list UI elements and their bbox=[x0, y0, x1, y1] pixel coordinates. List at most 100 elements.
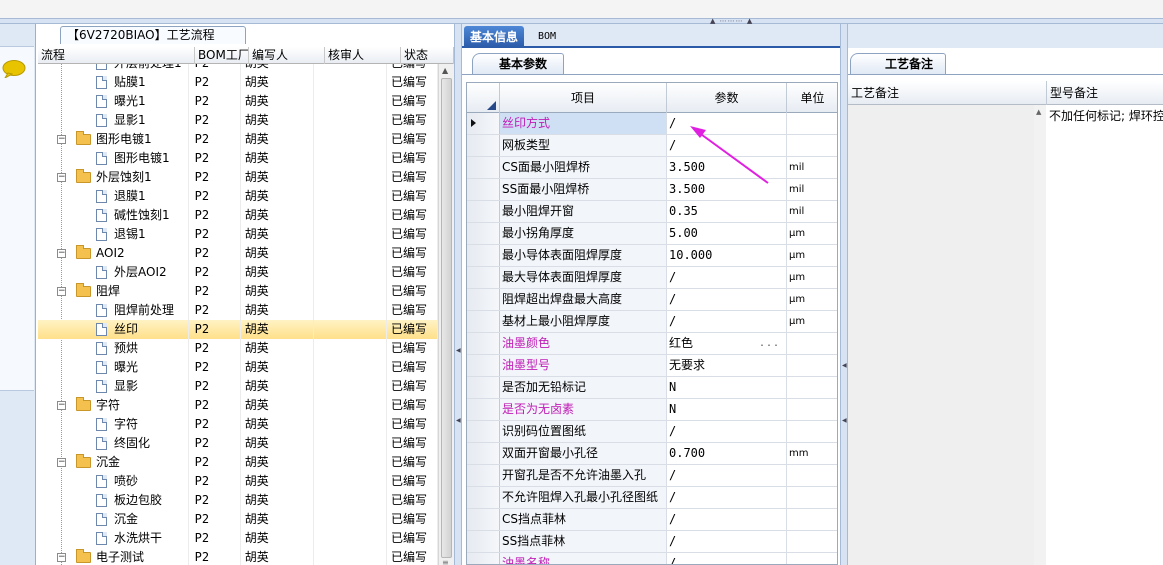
col-header-unit[interactable]: 单位 bbox=[787, 83, 837, 113]
param-value-cell[interactable]: / bbox=[667, 135, 787, 156]
tree-row[interactable]: 退锡1 P2 胡英 已编写 bbox=[38, 225, 438, 244]
tree-node[interactable]: − 外层蚀刻1 bbox=[38, 168, 189, 187]
tree-node[interactable]: 退膜1 bbox=[38, 187, 189, 206]
tree-row[interactable]: 碱性蚀刻1 P2 胡英 已编写 bbox=[38, 206, 438, 225]
collapse-toggle-icon[interactable]: − bbox=[57, 458, 66, 467]
param-value-cell[interactable]: / bbox=[667, 509, 787, 530]
model-note-cell[interactable]: 不加任何标记; 焊环控制 bbox=[1047, 105, 1163, 565]
scroll-up-icon[interactable]: ▲ bbox=[442, 66, 448, 75]
tree-row[interactable]: 贴膜1 P2 胡英 已编写 bbox=[38, 73, 438, 92]
param-value-cell[interactable]: 5.00 bbox=[667, 223, 787, 244]
mid-right-splitter[interactable]: ◀ ◀ bbox=[840, 24, 848, 565]
grid-corner-icon[interactable] bbox=[467, 83, 500, 113]
param-row[interactable]: 是否加无铅标记 N bbox=[467, 377, 837, 399]
param-value-cell[interactable]: 0.700 bbox=[667, 443, 787, 464]
tree-node[interactable]: − 图形电镀1 bbox=[38, 130, 189, 149]
col-header-model-note[interactable]: 型号备注 bbox=[1047, 81, 1163, 105]
row-indicator[interactable] bbox=[467, 465, 500, 486]
col-header-process-note[interactable]: 工艺备注 bbox=[848, 81, 1047, 105]
tree-row[interactable]: − 阻焊 P2 胡英 已编写 bbox=[38, 282, 438, 301]
collapse-toggle-icon[interactable]: − bbox=[57, 553, 66, 562]
col-header-flow[interactable]: 流程 bbox=[38, 47, 195, 64]
tree-row[interactable]: 沉金 P2 胡英 已编写 bbox=[38, 510, 438, 529]
tree-node[interactable]: 退锡1 bbox=[38, 225, 189, 244]
tree-node[interactable]: 贴膜1 bbox=[38, 73, 189, 92]
row-indicator[interactable] bbox=[467, 113, 500, 134]
param-value-cell[interactable]: 红色... bbox=[667, 333, 787, 354]
tree-node[interactable]: 曝光 bbox=[38, 358, 189, 377]
param-value-cell[interactable]: N bbox=[667, 377, 787, 398]
col-header-value[interactable]: 参数 bbox=[667, 83, 787, 113]
tree-row[interactable]: 曝光1 P2 胡英 已编写 bbox=[38, 92, 438, 111]
tree-row[interactable]: 曝光 P2 胡英 已编写 bbox=[38, 358, 438, 377]
col-header-item[interactable]: 项目 bbox=[500, 83, 667, 113]
scroll-thumb[interactable] bbox=[441, 78, 452, 558]
collapse-toggle-icon[interactable]: − bbox=[57, 287, 66, 296]
col-header-bom-plant[interactable]: BOM工厂 bbox=[195, 47, 249, 64]
param-row[interactable]: CS挡点菲林 / bbox=[467, 509, 837, 531]
row-indicator[interactable] bbox=[467, 179, 500, 200]
row-indicator[interactable] bbox=[467, 157, 500, 178]
row-indicator[interactable] bbox=[467, 531, 500, 552]
row-indicator[interactable] bbox=[467, 355, 500, 376]
param-value-cell[interactable]: / bbox=[667, 311, 787, 332]
param-row[interactable]: 油墨型号 无要求 bbox=[467, 355, 837, 377]
tree-row[interactable]: 丝印 P2 胡英 已编写 bbox=[38, 320, 438, 339]
param-row[interactable]: 油墨颜色 红色... bbox=[467, 333, 837, 355]
notes-scrollbar[interactable]: ▲ bbox=[1034, 105, 1046, 565]
tree-row[interactable]: 字符 P2 胡英 已编写 bbox=[38, 415, 438, 434]
tab-basic-params[interactable]: 基本参数 bbox=[472, 53, 564, 75]
tree-node[interactable]: 喷砂 bbox=[38, 472, 189, 491]
param-value-cell[interactable]: 10.000 bbox=[667, 245, 787, 266]
tree-row[interactable]: 水洗烘干 P2 胡英 已编写 bbox=[38, 529, 438, 548]
param-value-cell[interactable]: 无要求 bbox=[667, 355, 787, 376]
tree-node[interactable]: − 字符 bbox=[38, 396, 189, 415]
row-indicator[interactable] bbox=[467, 509, 500, 530]
tree-node[interactable]: − 电子测试 bbox=[38, 548, 189, 565]
tree-row[interactable]: 显影 P2 胡英 已编写 bbox=[38, 377, 438, 396]
process-note-textarea[interactable] bbox=[848, 105, 1046, 565]
tree-node[interactable]: 碱性蚀刻1 bbox=[38, 206, 189, 225]
tree-node[interactable]: 外层前处理1 bbox=[38, 64, 189, 73]
param-row[interactable]: 不允许阻焊入孔最小孔径图纸 / bbox=[467, 487, 837, 509]
param-value-cell[interactable]: / bbox=[667, 267, 787, 288]
tab-process-notes[interactable]: 工艺备注 bbox=[850, 53, 946, 75]
tree-node[interactable]: 沉金 bbox=[38, 510, 189, 529]
param-value-cell[interactable]: 3.500 bbox=[667, 157, 787, 178]
param-value-cell[interactable]: 0.35 bbox=[667, 201, 787, 222]
param-value-cell[interactable]: / bbox=[667, 487, 787, 508]
tree-row[interactable]: 板边包胶 P2 胡英 已编写 bbox=[38, 491, 438, 510]
param-row[interactable]: 最小阻焊开窗 0.35 mil bbox=[467, 201, 837, 223]
row-indicator[interactable] bbox=[467, 201, 500, 222]
col-header-reviewer[interactable]: 核审人 bbox=[325, 47, 401, 64]
param-row[interactable]: 阻焊超出焊盘最大高度 / μm bbox=[467, 289, 837, 311]
param-row[interactable]: 油墨名称 / bbox=[467, 553, 837, 564]
collapse-toggle-icon[interactable]: − bbox=[57, 249, 66, 258]
param-value-cell[interactable]: 3.500 bbox=[667, 179, 787, 200]
param-value-cell[interactable]: / bbox=[667, 113, 787, 134]
tree-row[interactable]: 图形电镀1 P2 胡英 已编写 bbox=[38, 149, 438, 168]
tree-row[interactable]: − 外层蚀刻1 P2 胡英 已编写 bbox=[38, 168, 438, 187]
tree-row[interactable]: 喷砂 P2 胡英 已编写 bbox=[38, 472, 438, 491]
param-row[interactable]: 最小导体表面阻焊厚度 10.000 μm bbox=[467, 245, 837, 267]
param-row[interactable]: 开窗孔是否不允许油墨入孔 / bbox=[467, 465, 837, 487]
collapse-toggle-icon[interactable]: − bbox=[57, 173, 66, 182]
param-row[interactable]: SS面最小阻焊桥 3.500 mil bbox=[467, 179, 837, 201]
param-row[interactable]: 最大导体表面阻焊厚度 / μm bbox=[467, 267, 837, 289]
param-row[interactable]: CS面最小阻焊桥 3.500 mil bbox=[467, 157, 837, 179]
param-row[interactable]: 网板类型 / bbox=[467, 135, 837, 157]
row-indicator[interactable] bbox=[467, 553, 500, 564]
tree-node[interactable]: 图形电镀1 bbox=[38, 149, 189, 168]
tree-node[interactable]: 阻焊前处理 bbox=[38, 301, 189, 320]
tree-row[interactable]: 阻焊前处理 P2 胡英 已编写 bbox=[38, 301, 438, 320]
row-indicator[interactable] bbox=[467, 399, 500, 420]
tree-row[interactable]: − 字符 P2 胡英 已编写 bbox=[38, 396, 438, 415]
param-row[interactable]: 基材上最小阻焊厚度 / μm bbox=[467, 311, 837, 333]
param-value-cell[interactable]: N bbox=[667, 399, 787, 420]
param-row[interactable]: 识别码位置图纸 / bbox=[467, 421, 837, 443]
chat-bubble-icon[interactable] bbox=[2, 60, 26, 78]
param-row[interactable]: 最小拐角厚度 5.00 μm bbox=[467, 223, 837, 245]
tree-row[interactable]: 预烘 P2 胡英 已编写 bbox=[38, 339, 438, 358]
param-row[interactable]: 丝印方式 / bbox=[467, 113, 837, 135]
param-row[interactable]: 双面开窗最小孔径 0.700 mm bbox=[467, 443, 837, 465]
